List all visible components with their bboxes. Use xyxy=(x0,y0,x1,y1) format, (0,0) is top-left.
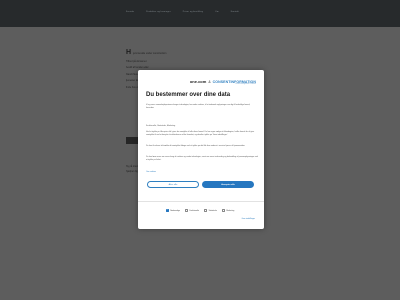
brand-one-com: one.com xyxy=(189,79,207,84)
dialog-body-3: Du kan læse mere om vores brug af cookie… xyxy=(146,156,258,161)
save-settings-link[interactable]: Gem indstillinger xyxy=(242,218,255,220)
checkbox-checked-icon[interactable] xyxy=(165,209,169,212)
checkbox-label: Nødvendige xyxy=(170,209,180,212)
dialog-purposes: Funktionelle, Statistiske, Marketing xyxy=(146,125,176,127)
dialog-body-2: Du kan til enhver tid trække dit samtykk… xyxy=(146,145,246,147)
checkbox-unchecked-icon[interactable] xyxy=(204,209,208,212)
dialog-body-1: Ved at trykke på 'Accepter alle' giver d… xyxy=(146,131,255,136)
cookie-consent-dialog: one.com & CONSENTINFORMATION Cookie Mana… xyxy=(138,70,264,229)
checkbox-unchecked-icon[interactable] xyxy=(184,209,188,212)
checkbox-label: Funktionelle xyxy=(189,209,200,212)
checkbox-unchecked-icon[interactable] xyxy=(221,209,225,212)
brand-tagline: Cookie Management Platform xyxy=(234,84,256,85)
accept-all-button[interactable]: Accepter alle xyxy=(202,181,254,188)
brand-logo: one.com & CONSENTINFORMATION Cookie Mana… xyxy=(189,79,256,85)
about-cookies-link[interactable]: Om cookies xyxy=(146,171,156,173)
dialog-title: Du bestemmer over dine data xyxy=(146,92,231,98)
checkbox-functional[interactable]: Funktionelle xyxy=(184,209,200,212)
checkbox-label: Statistiske xyxy=(208,209,217,212)
checkbox-necessary[interactable]: Nødvendige xyxy=(165,209,180,212)
checkbox-statistics[interactable]: Statistiske xyxy=(204,209,217,212)
dialog-intro: Vi og vores samarbejdspartnere bruger te… xyxy=(146,104,251,109)
brand-ampersand: & xyxy=(208,79,211,84)
checkbox-label: Marketing xyxy=(226,209,235,212)
consent-checkbox-group: Nødvendige Funktionelle Statistiske Mark… xyxy=(138,209,263,212)
brand-consentinformation: CONSENTINFORMATION xyxy=(212,79,256,84)
checkbox-marketing[interactable]: Marketing xyxy=(221,209,235,212)
reject-all-button[interactable]: Afvis alle xyxy=(147,181,199,188)
